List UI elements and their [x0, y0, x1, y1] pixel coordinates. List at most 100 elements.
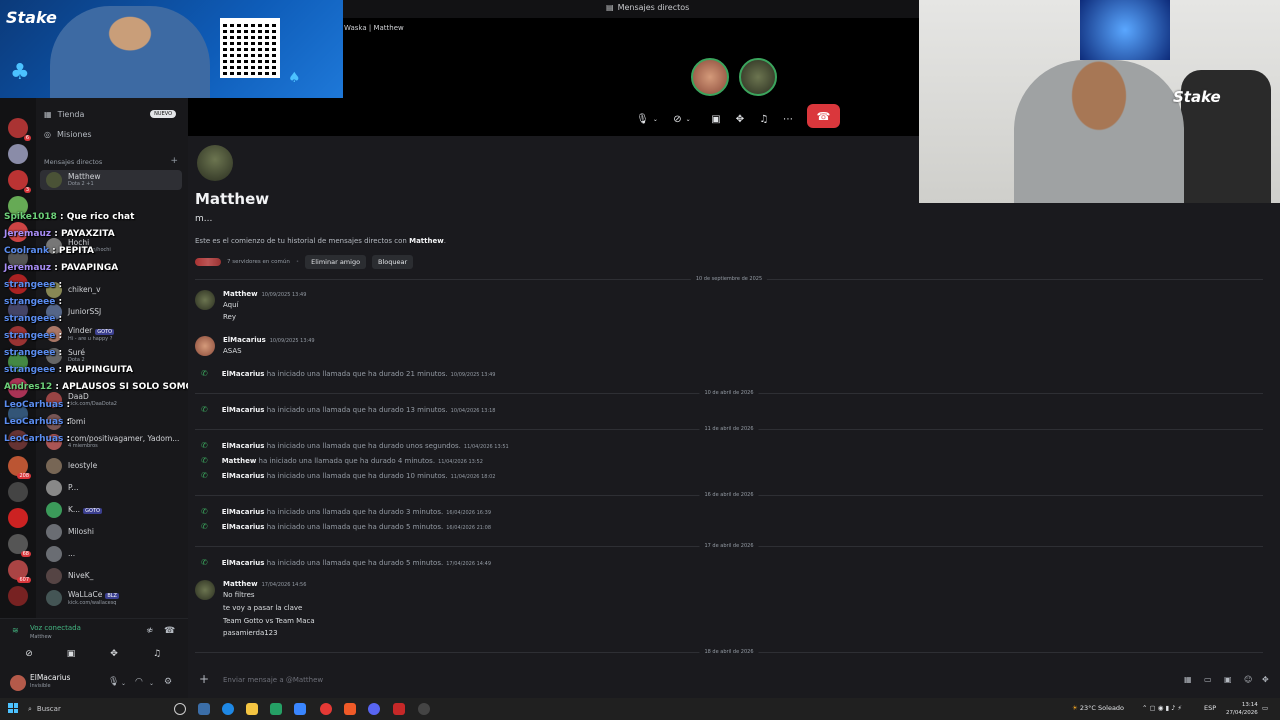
- discord-icon[interactable]: [368, 703, 380, 715]
- dm-item[interactable]: NiveK_: [40, 566, 182, 586]
- message-composer[interactable]: + Enviar mensaje a @Matthew ▦ ▭ ▣ ☺ ✥: [195, 668, 1269, 692]
- phone-icon: ✆: [201, 441, 208, 450]
- participant-avatar[interactable]: [739, 58, 777, 96]
- dm-intro: Este es el comienzo de tu historial de m…: [195, 237, 446, 245]
- microphone-button[interactable]: 🎙 ⌄: [632, 109, 662, 129]
- obs-icon[interactable]: [418, 703, 430, 715]
- server-icon[interactable]: 3: [8, 170, 31, 193]
- chat-line: Jeremauz : PAVAPINGA: [4, 263, 119, 273]
- brave-icon[interactable]: [344, 703, 356, 715]
- call-log: ✆ ElMacarius ha iniciado una llamada que …: [201, 441, 509, 450]
- user-panel: ElMacarius Invisible 🎙 ⌄ ◠ ⌄ ⚙: [0, 668, 188, 698]
- app-icon[interactable]: [270, 703, 282, 715]
- dm-item[interactable]: leostyle: [40, 456, 182, 476]
- tray-icons[interactable]: ⌃ ▢ ◉ ▮ ♪ ⚡: [1142, 704, 1182, 712]
- weather-widget[interactable]: ☀ 23°C Soleado: [1072, 704, 1124, 712]
- dm-item[interactable]: WaLLaCe BLZ kick.com/wallacesq: [40, 588, 182, 608]
- call-log: ✆ ElMacarius ha iniciado una llamada que …: [201, 507, 492, 516]
- more-options-button[interactable]: ⋯: [779, 109, 797, 129]
- camera-button[interactable]: ⊘ ⌄: [667, 109, 697, 129]
- taskbar-search[interactable]: ⌕ Buscar: [28, 702, 128, 716]
- task-view-icon[interactable]: [174, 703, 186, 715]
- avatar[interactable]: [195, 336, 215, 356]
- add-dm-icon[interactable]: +: [170, 156, 178, 166]
- server-icon[interactable]: [8, 482, 28, 502]
- chat-line: strangeee :: [4, 348, 63, 358]
- server-icon[interactable]: 208: [8, 456, 31, 479]
- server-icon[interactable]: 607: [8, 560, 31, 583]
- server-icon[interactable]: [8, 144, 28, 164]
- attach-plus-icon[interactable]: +: [199, 672, 209, 686]
- avatar[interactable]: [195, 580, 215, 600]
- avatar: [46, 458, 62, 474]
- phone-icon: ✆: [201, 558, 208, 567]
- inbox-icon: ▤: [606, 3, 614, 12]
- language-indicator[interactable]: ESP: [1204, 704, 1216, 712]
- profile-avatar[interactable]: [197, 145, 233, 181]
- activities-button[interactable]: ✥: [96, 645, 132, 663]
- avatar: [46, 546, 62, 562]
- phone-icon: ✆: [201, 522, 208, 531]
- chat-line: Spike1018 : Que rico chat: [4, 212, 135, 222]
- soundboard-button[interactable]: ♫: [139, 645, 175, 663]
- notification-icon[interactable]: ▭: [1262, 704, 1268, 712]
- file-explorer-icon[interactable]: [246, 703, 258, 715]
- microphone-icon[interactable]: 🎙: [108, 677, 119, 687]
- gear-icon[interactable]: ⚙: [164, 677, 172, 687]
- chevron-down-icon[interactable]: ⌄: [121, 680, 126, 687]
- chat-line: Coolrank : PEPITA: [4, 246, 94, 256]
- message-input[interactable]: Enviar mensaje a @Matthew: [223, 676, 323, 684]
- dm-item-matthew[interactable]: Matthew Dota 2 +1: [40, 170, 182, 190]
- dm-item[interactable]: K... GOTO: [40, 500, 182, 520]
- hang-up-button[interactable]: ☎: [807, 104, 840, 128]
- wall-art: [1080, 0, 1170, 60]
- missions-link[interactable]: ◎ Misiones: [44, 130, 92, 139]
- remove-friend-button[interactable]: Eliminar amigo: [305, 255, 367, 269]
- dm-item[interactable]: ...: [40, 544, 182, 564]
- participant-avatar[interactable]: [691, 58, 729, 96]
- server-icon[interactable]: [8, 508, 28, 528]
- server-icon[interactable]: 6: [8, 118, 31, 141]
- activities-button[interactable]: ✥: [731, 109, 749, 129]
- block-button[interactable]: Bloquear: [372, 255, 414, 269]
- screen-share-icon: ▣: [66, 649, 76, 659]
- widgets-icon[interactable]: [198, 703, 210, 715]
- dm-item[interactable]: Miloshi: [40, 522, 182, 542]
- server-icon[interactable]: 68: [8, 534, 31, 557]
- headphones-icon[interactable]: ◠: [135, 677, 143, 687]
- date-separator: 16 de abril de 2026: [195, 492, 1263, 498]
- taskbar: ⌕ Buscar ☀ 23°C Soleado ⌃ ▢ ◉ ▮ ♪ ⚡ ESP 1…: [0, 698, 1280, 720]
- call-log: ✆ ElMacarius ha iniciado una llamada que …: [201, 369, 496, 378]
- app-icon[interactable]: [294, 703, 306, 715]
- mutual-servers[interactable]: 7 servidores en común: [227, 259, 290, 265]
- chevron-down-icon[interactable]: ⌄: [149, 680, 154, 687]
- profile-handle: m...: [195, 214, 213, 224]
- gif-icon[interactable]: ▭: [1204, 675, 1212, 684]
- activities-icon: ✥: [735, 113, 745, 125]
- more-icon: ⋯: [783, 113, 793, 125]
- camera-off-button[interactable]: ⊘: [11, 645, 47, 663]
- edge-icon[interactable]: [222, 703, 234, 715]
- avatar[interactable]: [10, 675, 26, 691]
- call-log: ✆ ElMacarius ha iniciado una llamada que …: [201, 558, 492, 567]
- chrome-icon[interactable]: [320, 703, 332, 715]
- share-screen-button[interactable]: ▣: [53, 645, 89, 663]
- app-icon[interactable]: [393, 703, 405, 715]
- soundboard-button[interactable]: ♫: [755, 109, 773, 129]
- apps-icon[interactable]: ✥: [1262, 675, 1269, 684]
- avatar[interactable]: [195, 290, 215, 310]
- dm-item[interactable]: P...: [40, 478, 182, 498]
- chat-line: Jeremauz : PAYAXZITA: [4, 229, 115, 239]
- server-icon[interactable]: [8, 586, 28, 606]
- activities-icon: ✥: [110, 649, 118, 659]
- disconnect-icon[interactable]: ☎: [164, 626, 175, 636]
- store-link[interactable]: ▦ Tienda: [44, 110, 84, 119]
- windows-start-icon[interactable]: [8, 703, 18, 713]
- sticker-icon[interactable]: ▣: [1224, 675, 1232, 684]
- gift-icon[interactable]: ▦: [1184, 675, 1192, 684]
- share-screen-button[interactable]: ▣: [707, 109, 725, 129]
- clock[interactable]: 13:14 27/04/2026: [1226, 701, 1258, 717]
- emoji-icon[interactable]: ☺: [1244, 675, 1252, 684]
- noise-suppression-icon[interactable]: ≉: [146, 626, 154, 636]
- avatar: [46, 480, 62, 496]
